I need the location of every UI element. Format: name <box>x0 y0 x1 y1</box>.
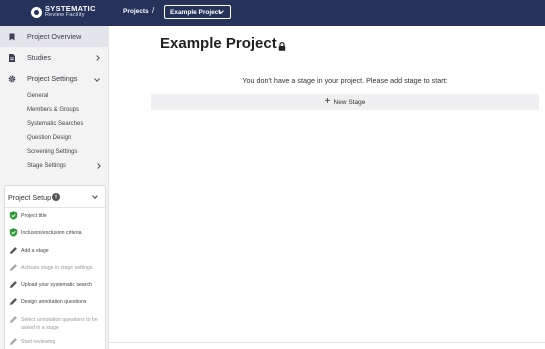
brand-line2: Review Facility <box>45 12 85 18</box>
setup-step-label: Inclusion/exclusion criteria <box>21 230 82 236</box>
setup-step-label: Select annotation questions to be asked … <box>21 317 98 331</box>
logo-mark-icon <box>31 6 42 18</box>
breadcrumb-separator: / <box>152 6 155 15</box>
settings-link-screening-settings[interactable]: Screening Settings <box>27 149 77 155</box>
sidebar-item-studies[interactable]: Studies <box>0 47 109 68</box>
chevron-down-icon <box>94 75 100 82</box>
sidebar-item-label: Project Overview <box>27 32 82 41</box>
project-setup-panel: Project Setup i Project title Inclusion/… <box>4 185 106 349</box>
pencil-icon <box>10 316 17 323</box>
pencil-icon <box>10 247 17 254</box>
settings-link-systematic-searches[interactable]: Systematic Searches <box>27 121 83 127</box>
brand-logo[interactable]: SYSTEMATIC Review Facility <box>31 5 96 19</box>
pencil-icon <box>10 298 17 305</box>
chevron-right-icon <box>95 163 101 169</box>
sidebar-item-label: Project Settings <box>27 74 78 83</box>
empty-stage-message: You don't have a stage in your project. … <box>242 76 448 85</box>
settings-link-question-design[interactable]: Question Design <box>27 135 71 141</box>
pencil-icon <box>10 281 17 288</box>
shield-check-icon <box>9 228 18 237</box>
divider <box>109 342 545 343</box>
bookmark-icon <box>9 33 15 40</box>
new-stage-label: New Stage <box>333 98 366 106</box>
settings-link-stage-settings[interactable]: Stage Settings <box>27 163 66 169</box>
pencil-icon <box>10 338 17 345</box>
page-title: Example Project <box>160 35 277 52</box>
sidebar-item-project-settings[interactable]: Project Settings <box>0 68 109 89</box>
nav-projects-link[interactable]: Projects <box>123 8 149 15</box>
project-selector-label: Example Project <box>170 8 221 16</box>
shield-check-icon <box>9 211 18 220</box>
settings-link-general[interactable]: General <box>27 93 48 99</box>
sidebar-item-label: Studies <box>27 53 51 62</box>
settings-link-members-groups[interactable]: Members & Groups <box>27 107 79 113</box>
chevron-down-icon[interactable] <box>92 193 98 199</box>
project-selector[interactable]: Example Project <box>164 5 231 19</box>
setup-step-label: Start reviewing <box>21 339 56 345</box>
top-navbar: SYSTEMATIC Review Facility Projects / Ex… <box>0 0 545 26</box>
project-setup-title: Project Setup <box>8 193 52 202</box>
gear-icon <box>8 75 16 82</box>
lock-icon <box>278 42 286 51</box>
info-icon[interactable]: i <box>52 193 60 201</box>
pencil-icon <box>10 264 17 271</box>
project-setup-header[interactable]: Project Setup i <box>5 186 105 208</box>
new-stage-button[interactable]: + New Stage <box>151 94 539 110</box>
setup-step-label: Upload your systematic search <box>21 282 92 288</box>
setup-step-label: Activate stage in stage settings <box>21 265 93 271</box>
app-root: SYSTEMATIC Review Facility Projects / Ex… <box>0 0 545 349</box>
setup-step-label: Project title <box>21 213 47 219</box>
sidebar-item-project-overview[interactable]: Project Overview <box>0 26 109 47</box>
document-icon <box>9 53 15 62</box>
plus-icon: + <box>324 95 331 107</box>
setup-step-label: Add a stage <box>21 248 49 254</box>
logo-text: SYSTEMATIC Review Facility <box>45 5 96 19</box>
chevron-right-icon <box>94 54 100 61</box>
brand-line1: SYSTEMATIC <box>45 4 96 13</box>
setup-step-label: Design annotation questions <box>21 299 87 305</box>
